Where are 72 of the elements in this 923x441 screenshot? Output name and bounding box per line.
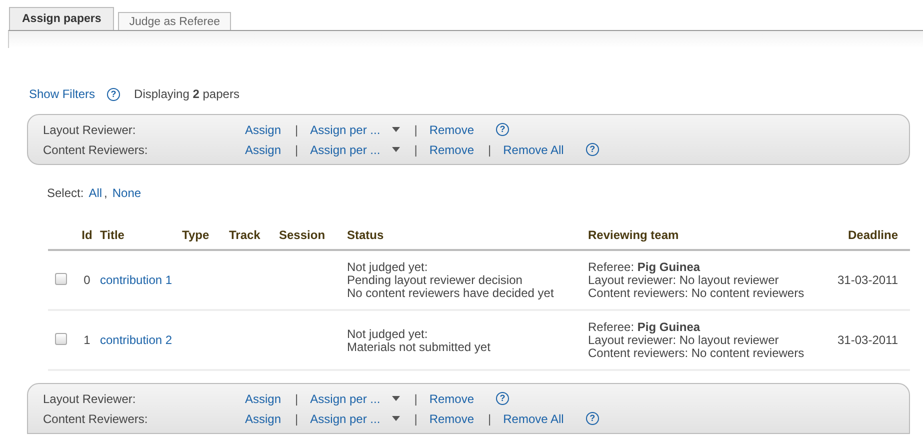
- action-link[interactable]: Assign: [245, 122, 282, 136]
- separator: |: [414, 412, 418, 426]
- row-checkbox[interactable]: [55, 333, 67, 345]
- caret-icon: [392, 416, 400, 421]
- reviewer-label: Layout Reviewer:: [43, 122, 137, 136]
- assign-dropdown[interactable]: Assign per ...: [310, 392, 400, 406]
- team-line: Referee: Pig Guinea: [588, 261, 702, 274]
- separator: |: [295, 142, 298, 156]
- help-icon[interactable]: ?: [586, 412, 599, 425]
- status-line: No content reviewers have decided yet: [347, 287, 555, 300]
- action-link[interactable]: Remove: [429, 142, 474, 156]
- action-link[interactable]: Assign: [245, 412, 282, 426]
- help-icon[interactable]: ?: [496, 123, 509, 136]
- reviewer-label: Content Reviewers:: [43, 412, 149, 426]
- team-line: Content reviewers: No content reviewers: [588, 347, 806, 360]
- column-header: Session: [279, 228, 326, 242]
- select-label: Select:: [47, 186, 84, 200]
- select-none-link[interactable]: None: [112, 186, 142, 200]
- column-header: Status: [347, 228, 384, 242]
- tab[interactable]: Judge as Referee: [118, 12, 232, 30]
- help-icon[interactable]: ?: [586, 143, 599, 156]
- action-link[interactable]: Remove: [429, 122, 474, 136]
- separator: |: [295, 392, 298, 406]
- status-line: Materials not submitted yet: [347, 340, 492, 354]
- id-cell: 0: [84, 273, 90, 287]
- status-line: Not judged yet:: [347, 328, 429, 340]
- tab[interactable]: Assign papers: [9, 7, 114, 30]
- id-cell: 1: [84, 333, 90, 347]
- column-header: Reviewing team: [588, 228, 679, 242]
- reviewer-label: Layout Reviewer:: [43, 392, 137, 406]
- team-line: Layout reviewer: No layout reviewer: [588, 274, 780, 287]
- action-link[interactable]: Assign: [245, 142, 282, 156]
- separator: |: [295, 412, 298, 426]
- action-link[interactable]: Remove All: [503, 412, 564, 426]
- column-header: Title: [100, 228, 124, 242]
- status-line: Not judged yet:: [347, 261, 429, 274]
- assign-dropdown[interactable]: Assign per ...: [310, 412, 400, 426]
- action-link[interactable]: Remove: [429, 412, 474, 426]
- separator: |: [414, 122, 418, 136]
- reviewer-label: Content Reviewers:: [43, 142, 149, 156]
- show-filters-link[interactable]: Show Filters: [29, 87, 96, 101]
- team-line: Referee: Pig Guinea: [588, 321, 702, 334]
- column-header: Deadline: [848, 228, 898, 242]
- separator: |: [488, 142, 492, 156]
- column-header: Track: [229, 228, 260, 242]
- caret-icon: [392, 147, 400, 152]
- paper-count: Displaying 2 papers: [134, 87, 240, 101]
- status-line: Pending layout reviewer decision: [347, 274, 524, 287]
- assign-dropdown[interactable]: Assign per ...: [310, 142, 400, 156]
- column-header: Type: [182, 228, 210, 242]
- caret-icon: [392, 127, 400, 132]
- team-line: Content reviewers: No content reviewers: [588, 287, 806, 300]
- action-link[interactable]: Assign: [245, 392, 282, 406]
- action-link[interactable]: Remove All: [503, 142, 564, 156]
- help-icon[interactable]: ?: [107, 88, 120, 100]
- paper-title-link[interactable]: contribution 2: [100, 333, 172, 347]
- row-checkbox[interactable]: [55, 273, 67, 285]
- column-header: Id: [82, 228, 92, 242]
- team-line: Layout reviewer: No layout reviewer: [588, 334, 780, 347]
- assign-dropdown[interactable]: Assign per ...: [310, 122, 400, 136]
- separator: |: [488, 412, 492, 426]
- separator: |: [414, 142, 418, 156]
- action-link[interactable]: Remove: [429, 392, 474, 406]
- caret-icon: [392, 396, 400, 401]
- deadline-cell: 31-03-2011: [838, 333, 898, 347]
- separator: |: [414, 392, 418, 406]
- help-icon[interactable]: ?: [496, 392, 509, 405]
- separator: |: [295, 122, 298, 136]
- select-all-link[interactable]: All: [88, 186, 102, 200]
- deadline-cell: 31-03-2011: [838, 273, 898, 287]
- paper-title-link[interactable]: contribution 1: [100, 273, 172, 287]
- separator: ,: [104, 186, 108, 200]
